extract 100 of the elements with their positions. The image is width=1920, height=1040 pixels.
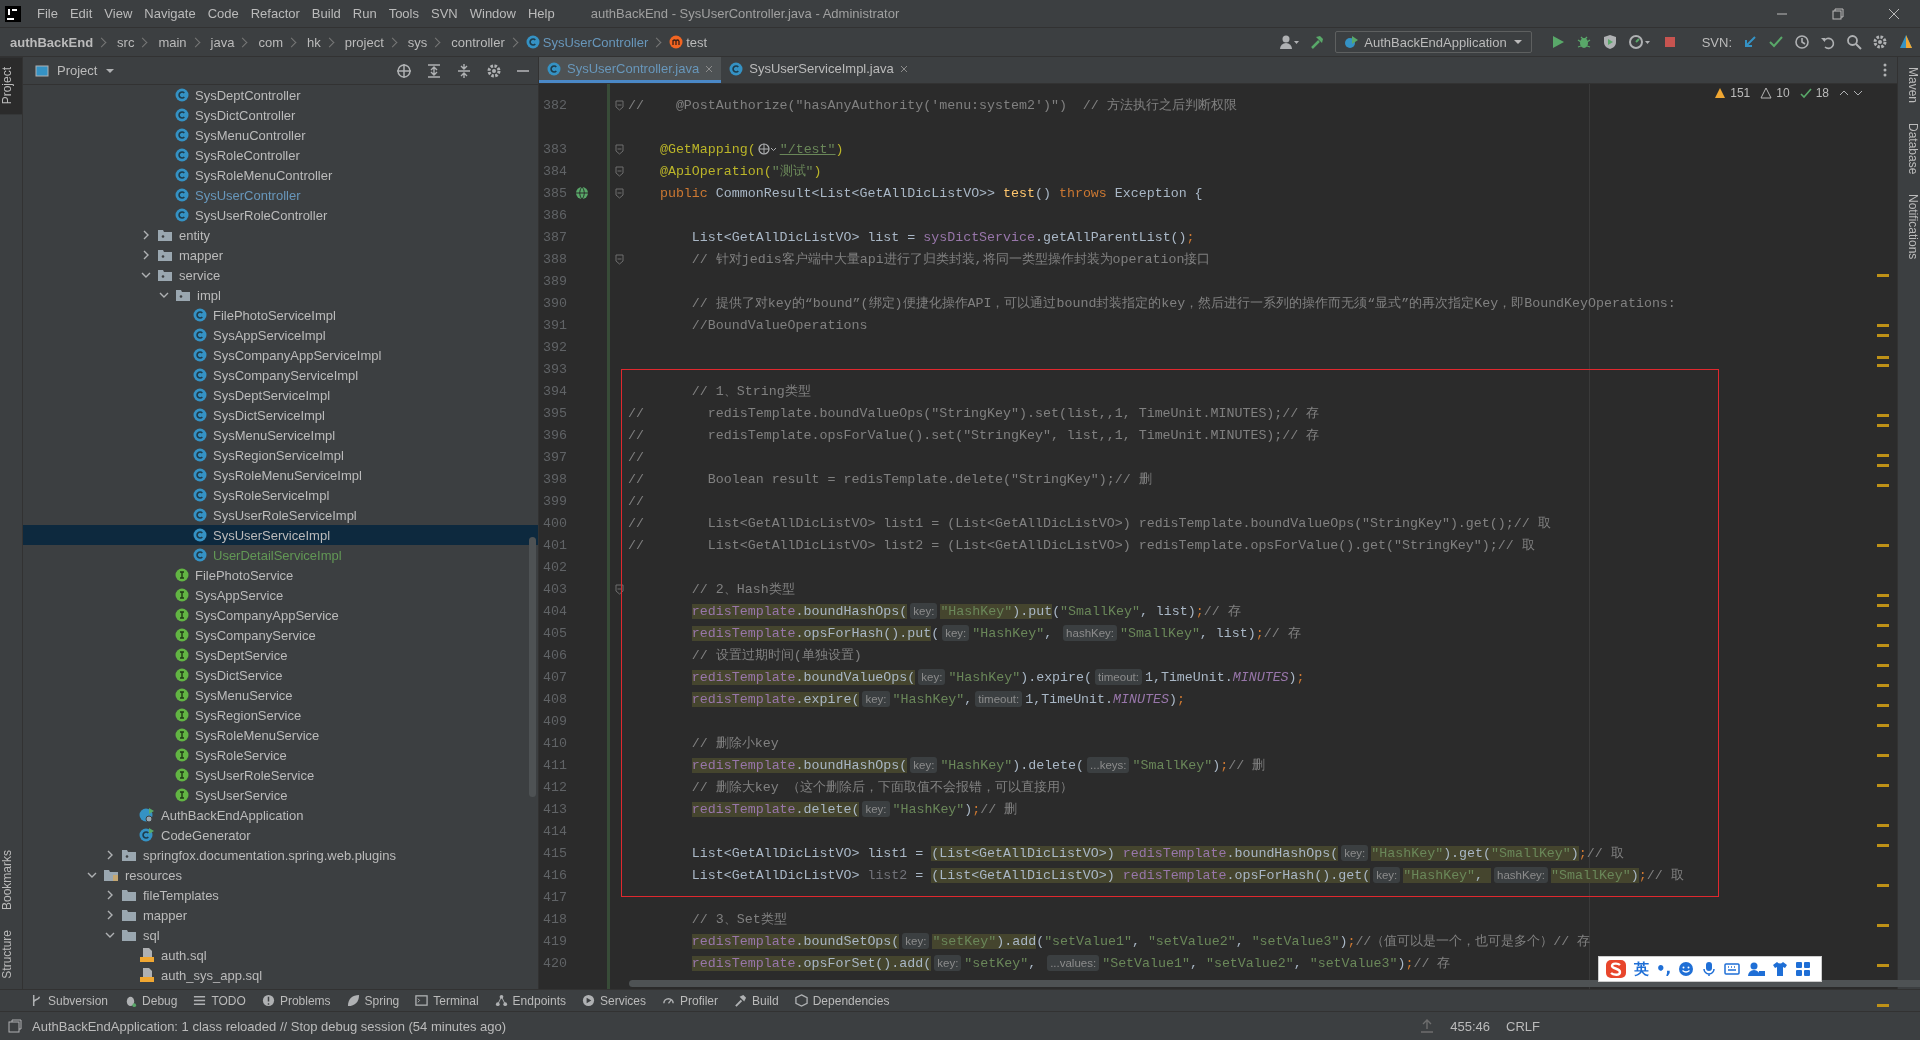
globe-icon[interactable] [757,143,778,155]
coverage-icon[interactable] [1601,34,1618,50]
fold-icon[interactable] [615,583,624,595]
chevron-icon[interactable] [105,850,115,860]
person-icon[interactable] [1747,961,1766,977]
tree-item[interactable]: SysRegionServiceImpl [23,445,538,465]
breadcrumb[interactable]: src [117,34,135,50]
tree-item[interactable]: SysAppServiceImpl [23,325,538,345]
grid-icon[interactable] [1795,961,1812,977]
tool-window-button[interactable]: Problems [261,993,331,1008]
chevron-icon[interactable] [105,890,115,900]
tool-window-button[interactable]: Dependencies [794,993,890,1008]
tree-item[interactable]: SysMenuController [23,125,538,145]
arrow-down-icon[interactable] [1853,89,1863,97]
plugin-logo-icon[interactable] [1898,34,1914,50]
panel-toggle-icon[interactable] [8,1019,22,1033]
menu-item[interactable]: Help [521,6,561,21]
hammer-icon[interactable] [1309,34,1326,50]
input-mode-toggle[interactable]: 英 [1634,959,1649,979]
breadcrumb[interactable]: hk [307,34,321,50]
tree-item[interactable]: SysUserController [23,185,538,205]
checkmark-icon[interactable] [1799,87,1812,99]
breadcrumb[interactable]: test [686,34,708,50]
collapse-all-icon[interactable] [456,62,472,79]
tree-item[interactable]: SysRoleMenuController [23,165,538,185]
tree-item[interactable]: SysRoleServiceImpl [23,485,538,505]
menu-item[interactable]: Edit [63,6,99,21]
menu-item[interactable]: SVN [425,6,464,21]
menu-item[interactable]: Window [463,6,522,21]
editor-tab[interactable]: SysUserServiceImpl.java [721,57,916,83]
settings-icon[interactable] [1872,34,1888,50]
tree-item[interactable]: SysUserServiceImpl [23,525,538,545]
menu-item[interactable]: Navigate [138,6,202,21]
tree-item[interactable]: auth.sql [23,945,538,965]
smiley-icon[interactable] [1678,961,1695,977]
menu-item[interactable]: Run [346,6,383,21]
tree-item[interactable]: fileTemplates [23,885,538,905]
warning-icon[interactable] [1714,87,1727,99]
punctuation-toggle[interactable]: •, [1656,960,1672,978]
tree-item[interactable]: sql [23,925,538,945]
locate-icon[interactable] [396,62,412,79]
tree-item[interactable]: springfox.documentation.spring.web.plugins [23,845,538,865]
tree-item[interactable]: SysMenuService [23,685,538,705]
update-arrow-icon[interactable] [1742,34,1758,50]
typo-count[interactable]: 18 [1815,86,1829,100]
tree-item[interactable]: CodeGenerator [23,825,538,845]
menu-item[interactable]: Refactor [244,6,306,21]
tree-item[interactable]: SysDictServiceImpl [23,405,538,425]
tool-window-button[interactable]: Services [582,993,646,1008]
chevron-icon[interactable] [141,250,151,260]
tree-item[interactable]: SysCompanyService [23,625,538,645]
tool-window-button[interactable]: Build [734,993,779,1008]
restore-icon[interactable] [1832,7,1844,20]
tree-item[interactable]: SysCompanyAppServiceImpl [23,345,538,365]
menu-item[interactable]: View [98,6,139,21]
tree-item[interactable]: SysCompanyAppService [23,605,538,625]
line-separator[interactable]: CRLF [1506,1018,1540,1034]
tool-window-tab[interactable]: Project [0,57,22,115]
tree-item[interactable]: SysRoleController [23,145,538,165]
profile-icon[interactable] [1627,34,1652,50]
microphone-icon[interactable] [1701,961,1718,977]
tool-window-tab[interactable]: Bookmarks [0,840,22,921]
run-configuration-dropdown[interactable]: AuthBackEndApplication [1335,31,1532,53]
tree-item[interactable]: SysAppService [23,585,538,605]
weak-warning-count[interactable]: 10 [1776,86,1790,100]
tool-window-button[interactable]: TODO [193,993,246,1008]
tree-item[interactable]: SysRoleMenuService [23,725,538,745]
scrollbar-thumb[interactable] [629,980,1920,987]
keyboard-icon[interactable] [1724,961,1741,977]
tree-item[interactable]: service [23,265,538,285]
tree-item[interactable]: impl [23,285,538,305]
menu-item[interactable]: File [31,6,64,21]
tree-item[interactable]: SysMenuServiceImpl [23,425,538,445]
tool-window-button[interactable]: Terminal [415,993,479,1008]
chevron-icon[interactable] [87,870,97,880]
tree-item[interactable]: entity [23,225,538,245]
tree-item[interactable]: SysUserRoleController [23,205,538,225]
caret-icon[interactable] [105,66,116,75]
tool-window-tab[interactable]: Structure [0,920,22,989]
warning-count[interactable]: 151 [1730,86,1751,100]
debug-icon[interactable] [1575,34,1592,50]
tree-item[interactable]: SysDeptController [23,85,538,105]
chevron-icon[interactable] [141,270,151,280]
close-icon[interactable] [899,64,908,73]
tree-item[interactable]: SysDeptServiceImpl [23,385,538,405]
tool-window-button[interactable]: Subversion [30,993,109,1008]
breadcrumb[interactable]: authBackEnd [10,34,94,50]
breadcrumb[interactable]: sys [407,34,428,50]
tool-window-tab[interactable]: Maven [1898,57,1920,114]
caret-position[interactable]: 455:46 [1450,1018,1491,1034]
menu-item[interactable]: Build [305,6,347,21]
tree-item[interactable]: SysUserRoleService [23,765,538,785]
breadcrumb[interactable]: controller [451,34,505,50]
tool-window-button[interactable]: Profiler [662,993,718,1008]
breadcrumb[interactable]: project [344,34,384,50]
chevron-icon[interactable] [159,290,169,300]
shirt-icon[interactable] [1772,961,1789,977]
tool-window-button[interactable]: Debug [124,993,178,1008]
tree-item[interactable]: SysDictController [23,105,538,125]
tree-item[interactable]: SysRoleService [23,745,538,765]
